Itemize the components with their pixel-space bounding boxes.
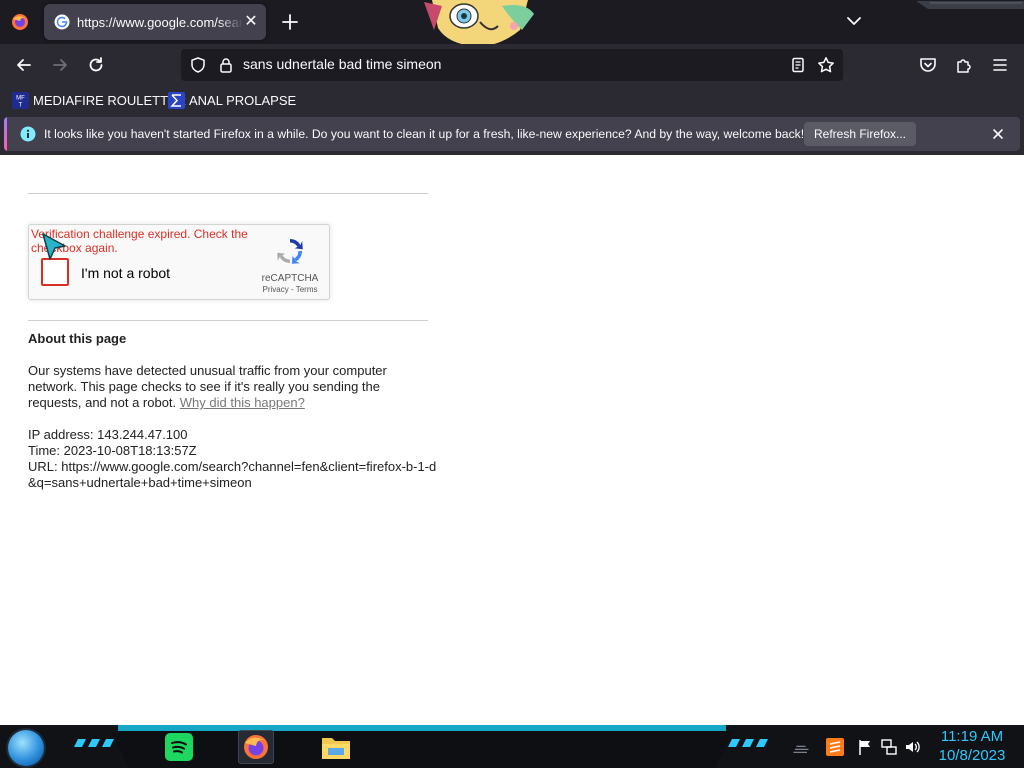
- bookmark-label: ANAL PROLAPSE: [189, 92, 297, 108]
- new-tab-icon[interactable]: [278, 10, 302, 34]
- tab-strip: https://www.google.com/search?channel=fe…: [0, 0, 1024, 47]
- about-text: Our systems have detected unusual traffi…: [28, 363, 428, 411]
- request-url: URL: https://www.google.com/search?chann…: [28, 459, 437, 490]
- svg-text:T: T: [19, 102, 23, 108]
- decoration-ticks: [728, 739, 768, 747]
- network-icon[interactable]: [880, 738, 898, 756]
- recaptcha-logo-icon: [274, 235, 306, 267]
- ip-address: IP address: 143.244.47.100: [28, 427, 188, 442]
- taskbar-firefox-icon[interactable]: [238, 730, 274, 764]
- tab-google-search[interactable]: https://www.google.com/search?channel=fe…: [44, 4, 266, 40]
- svg-text:MF: MF: [16, 95, 25, 101]
- web-page: Verification challenge expired. Check th…: [0, 155, 1024, 725]
- navigation-toolbar: sans udnertale bad time simeon: [0, 44, 1024, 86]
- forward-arrow-icon[interactable]: [48, 53, 72, 77]
- start-orb-icon[interactable]: [8, 730, 44, 766]
- taskbar: 11:19 AM 10/8/2023: [0, 725, 1024, 768]
- close-icon[interactable]: [990, 126, 1006, 142]
- recaptcha-checkbox[interactable]: [41, 258, 69, 286]
- request-details: IP address: 143.244.47.100 Time: 2023-10…: [28, 427, 438, 491]
- taskbar-accent-band: [118, 725, 726, 731]
- recaptcha-links: Privacy - Terms: [251, 285, 329, 294]
- volume-icon[interactable]: [904, 738, 922, 756]
- window-frame-decoration: [916, 0, 1024, 12]
- info-icon: [20, 126, 36, 142]
- clock-date[interactable]: 10/8/2023: [936, 747, 1008, 764]
- recaptcha-label: I'm not a robot: [81, 265, 171, 281]
- reload-icon[interactable]: [84, 53, 108, 77]
- divider: [28, 320, 428, 321]
- pocket-icon[interactable]: [916, 53, 940, 77]
- why-link[interactable]: Why did this happen?: [180, 395, 305, 410]
- refresh-firefox-button[interactable]: Refresh Firefox...: [804, 122, 916, 146]
- bookmark-label: MEDIAFIRE ROULETTER: [33, 92, 187, 108]
- clock-time[interactable]: 11:19 AM: [936, 728, 1008, 745]
- lock-icon[interactable]: [217, 56, 235, 74]
- tab-close-icon[interactable]: ✕: [242, 13, 260, 31]
- recaptcha-brand: reCAPTCHA: [261, 273, 319, 284]
- notification-message: It looks like you haven't started Firefo…: [44, 127, 805, 141]
- list-all-tabs-icon[interactable]: [843, 10, 865, 32]
- recaptcha-widget: Verification challenge expired. Check th…: [28, 224, 330, 300]
- firefox-menu-icon[interactable]: [8, 10, 32, 34]
- reader-view-icon[interactable]: [789, 56, 807, 74]
- back-arrow-icon[interactable]: [12, 53, 36, 77]
- hamburger-menu-icon[interactable]: [988, 53, 1012, 77]
- url-input[interactable]: sans udnertale bad time simeon: [243, 56, 441, 72]
- notification-panel: It looks like you haven't started Firefo…: [4, 117, 1020, 151]
- terms-link[interactable]: Terms: [296, 285, 318, 294]
- link-separator: -: [288, 285, 296, 294]
- bookmark-item[interactable]: MF T MEDIAFIRE ROULETTER: [12, 90, 186, 110]
- bookmark-item[interactable]: ANAL PROLAPSE: [168, 90, 296, 110]
- theme-mascot-image: [418, 0, 542, 48]
- decoration-ticks: [74, 739, 114, 747]
- notification-bar: It looks like you haven't started Firefo…: [0, 114, 1024, 155]
- address-bar[interactable]: sans udnertale bad time simeon: [181, 49, 843, 81]
- bookmark-star-icon[interactable]: [817, 56, 835, 74]
- request-time: Time: 2023-10-08T18:13:57Z: [28, 443, 197, 458]
- sigma-icon: [168, 91, 185, 109]
- taskbar-frame: [110, 731, 734, 768]
- tracking-protection-shield-icon[interactable]: [189, 56, 207, 74]
- privacy-link[interactable]: Privacy: [263, 285, 289, 294]
- bookmarks-toolbar: MF T MEDIAFIRE ROULETTER ANAL PROLAPSE: [0, 86, 1024, 114]
- taskbar-spotify-icon[interactable]: [161, 730, 197, 764]
- sublime-tray-icon[interactable]: [826, 738, 844, 756]
- action-center-flag-icon[interactable]: [856, 738, 874, 756]
- extensions-puzzle-icon[interactable]: [952, 53, 976, 77]
- show-hidden-icons-icon[interactable]: [792, 738, 810, 756]
- taskbar-file-explorer-icon[interactable]: [318, 730, 354, 764]
- mediafire-icon: MF T: [12, 91, 29, 109]
- tab-title: https://www.google.com/search?channel=fe…: [77, 15, 243, 30]
- divider: [28, 193, 428, 194]
- google-icon: [54, 14, 70, 30]
- recaptcha-error: Verification challenge expired. Check th…: [31, 227, 248, 255]
- about-heading: About this page: [28, 331, 127, 346]
